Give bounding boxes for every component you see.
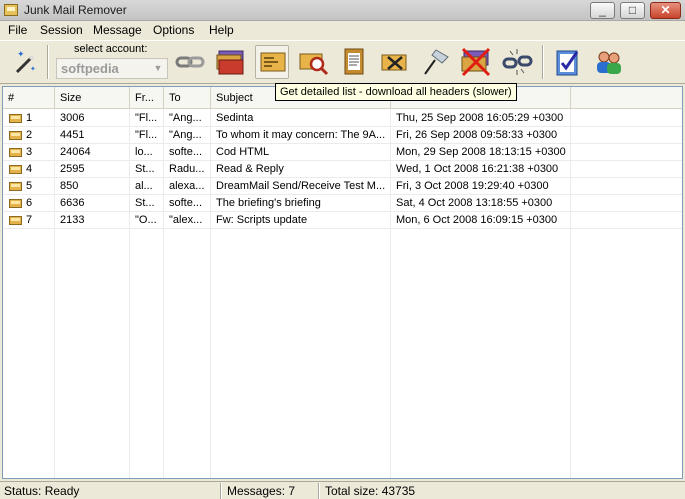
cell-from: St...	[135, 163, 155, 175]
cell-size: 6636	[60, 197, 85, 209]
menu-help[interactable]: Help	[209, 23, 234, 37]
cell-subject: Fw: Scripts update	[216, 214, 308, 226]
close-button[interactable]: ✕	[650, 2, 681, 19]
column-header-size[interactable]: Size	[55, 87, 130, 109]
status-divider	[220, 483, 222, 499]
tooltip: Get detailed list - download all headers…	[275, 83, 517, 101]
cell-size: 2133	[60, 214, 85, 226]
status-bar: Status: Ready Messages: 7 Total size: 43…	[0, 481, 685, 499]
cell-to: "Ang...	[169, 112, 202, 124]
table-row[interactable]: 3 24064 lo... softe... Cod HTML Mon, 29 …	[3, 144, 682, 161]
minimize-button[interactable]: _	[590, 2, 615, 19]
detailed-list-icon[interactable]	[255, 45, 289, 79]
cell-date: Wed, 1 Oct 2008 16:21:38 +0300	[396, 163, 559, 175]
cell-number: 6	[26, 197, 33, 209]
disconnect-icon[interactable]	[500, 45, 534, 79]
cell-to: alexa...	[169, 180, 205, 192]
menu-options[interactable]: Options	[153, 23, 194, 37]
status-divider	[318, 483, 320, 499]
cell-number: 4	[26, 163, 33, 175]
cell-date: Fri, 26 Sep 2008 09:58:33 +0300	[396, 129, 558, 141]
users-icon[interactable]	[592, 45, 626, 79]
message-count: Messages: 7	[227, 484, 296, 498]
toolbar: ✦ ✦ select account: softpedia ▼	[0, 40, 685, 84]
cell-from: St...	[135, 197, 155, 209]
cell-size: 3006	[60, 112, 85, 124]
cell-subject: Read & Reply	[216, 163, 284, 175]
pin-icon[interactable]	[420, 45, 454, 79]
menu-session[interactable]: Session	[40, 23, 83, 37]
svg-text:✦: ✦	[17, 49, 25, 59]
total-size: Total size: 43735	[325, 484, 416, 498]
app-envelope-icon	[4, 4, 18, 16]
maximize-button[interactable]: □	[620, 2, 645, 19]
envelope-stack-icon[interactable]	[214, 45, 248, 79]
menu-message[interactable]: Message	[93, 23, 142, 37]
cell-number: 2	[26, 129, 33, 141]
cell-size: 4451	[60, 129, 85, 141]
document-icon[interactable]	[337, 45, 371, 79]
cell-subject: The briefing's briefing	[216, 197, 321, 209]
status-text: Status: Ready	[4, 484, 80, 498]
account-value: softpedia	[61, 61, 119, 76]
chevron-down-icon[interactable]: ▼	[151, 61, 165, 76]
cell-date: Mon, 6 Oct 2008 16:09:15 +0300	[396, 214, 558, 226]
cell-from: "O...	[135, 214, 157, 226]
cell-to: "Ang...	[169, 129, 202, 141]
menu-file[interactable]: File	[8, 23, 27, 37]
cell-number: 1	[26, 112, 33, 124]
cell-to: Radu...	[169, 163, 205, 175]
column-header-number[interactable]: #	[3, 87, 55, 109]
table-row[interactable]: 7 2133 "O... "alex... Fw: Scripts update…	[3, 212, 682, 229]
menu-bar: File Session Message Options Help	[0, 21, 685, 40]
wand-icon[interactable]: ✦ ✦	[8, 45, 42, 79]
link-icon[interactable]	[173, 45, 207, 79]
cell-number: 5	[26, 180, 33, 192]
cell-from: "Fl...	[135, 112, 158, 124]
cell-number: 7	[26, 214, 33, 226]
cell-subject: DreamMail Send/Receive Test M...	[216, 180, 386, 192]
cell-subject: To whom it may concern: The 9A...	[216, 129, 386, 141]
cell-date: Thu, 25 Sep 2008 16:05:29 +0300	[396, 112, 564, 124]
table-row[interactable]: 2 4451 "Fl... "Ang... To whom it may con…	[3, 127, 682, 144]
search-message-icon[interactable]	[297, 45, 331, 79]
toolbar-separator	[542, 45, 544, 79]
title-bar: Junk Mail Remover _ □ ✕	[0, 0, 685, 21]
cell-size: 24064	[60, 146, 91, 158]
table-row[interactable]: 5 850 al... alexa... DreamMail Send/Rece…	[3, 178, 682, 195]
mark-junk-icon[interactable]	[459, 45, 493, 79]
window-title: Junk Mail Remover	[24, 3, 127, 17]
delete-envelope-icon[interactable]	[378, 45, 412, 79]
cell-subject: Cod HTML	[216, 146, 270, 158]
table-row[interactable]: 1 3006 "Fl... "Ang... Sedinta Thu, 25 Se…	[3, 110, 682, 127]
column-header-from[interactable]: Fr...	[130, 87, 164, 109]
cell-from: "Fl...	[135, 129, 158, 141]
cell-date: Fri, 3 Oct 2008 19:29:40 +0300	[396, 180, 549, 192]
cell-to: softe...	[169, 197, 203, 209]
checklist-icon[interactable]	[551, 45, 585, 79]
message-list[interactable]: # Size Fr... To Subject 1 3006 "Fl... "A…	[2, 86, 683, 479]
cell-subject: Sedinta	[216, 112, 254, 124]
svg-text:✦: ✦	[30, 65, 36, 73]
cell-to: "alex...	[169, 214, 203, 226]
column-header-to[interactable]: To	[164, 87, 211, 109]
cell-to: softe...	[169, 146, 203, 158]
cell-from: al...	[135, 180, 153, 192]
table-row[interactable]: 4 2595 St... Radu... Read & Reply Wed, 1…	[3, 161, 682, 178]
toolbar-separator	[47, 45, 49, 79]
cell-number: 3	[26, 146, 33, 158]
cell-size: 2595	[60, 163, 85, 175]
account-label: select account:	[74, 43, 148, 55]
account-select[interactable]: softpedia ▼	[56, 58, 168, 79]
cell-date: Sat, 4 Oct 2008 13:18:55 +0300	[396, 197, 553, 209]
cell-from: lo...	[135, 146, 153, 158]
cell-size: 850	[60, 180, 79, 192]
table-row[interactable]: 6 6636 St... softe... The briefing's bri…	[3, 195, 682, 212]
cell-date: Mon, 29 Sep 2008 18:13:15 +0300	[396, 146, 566, 158]
